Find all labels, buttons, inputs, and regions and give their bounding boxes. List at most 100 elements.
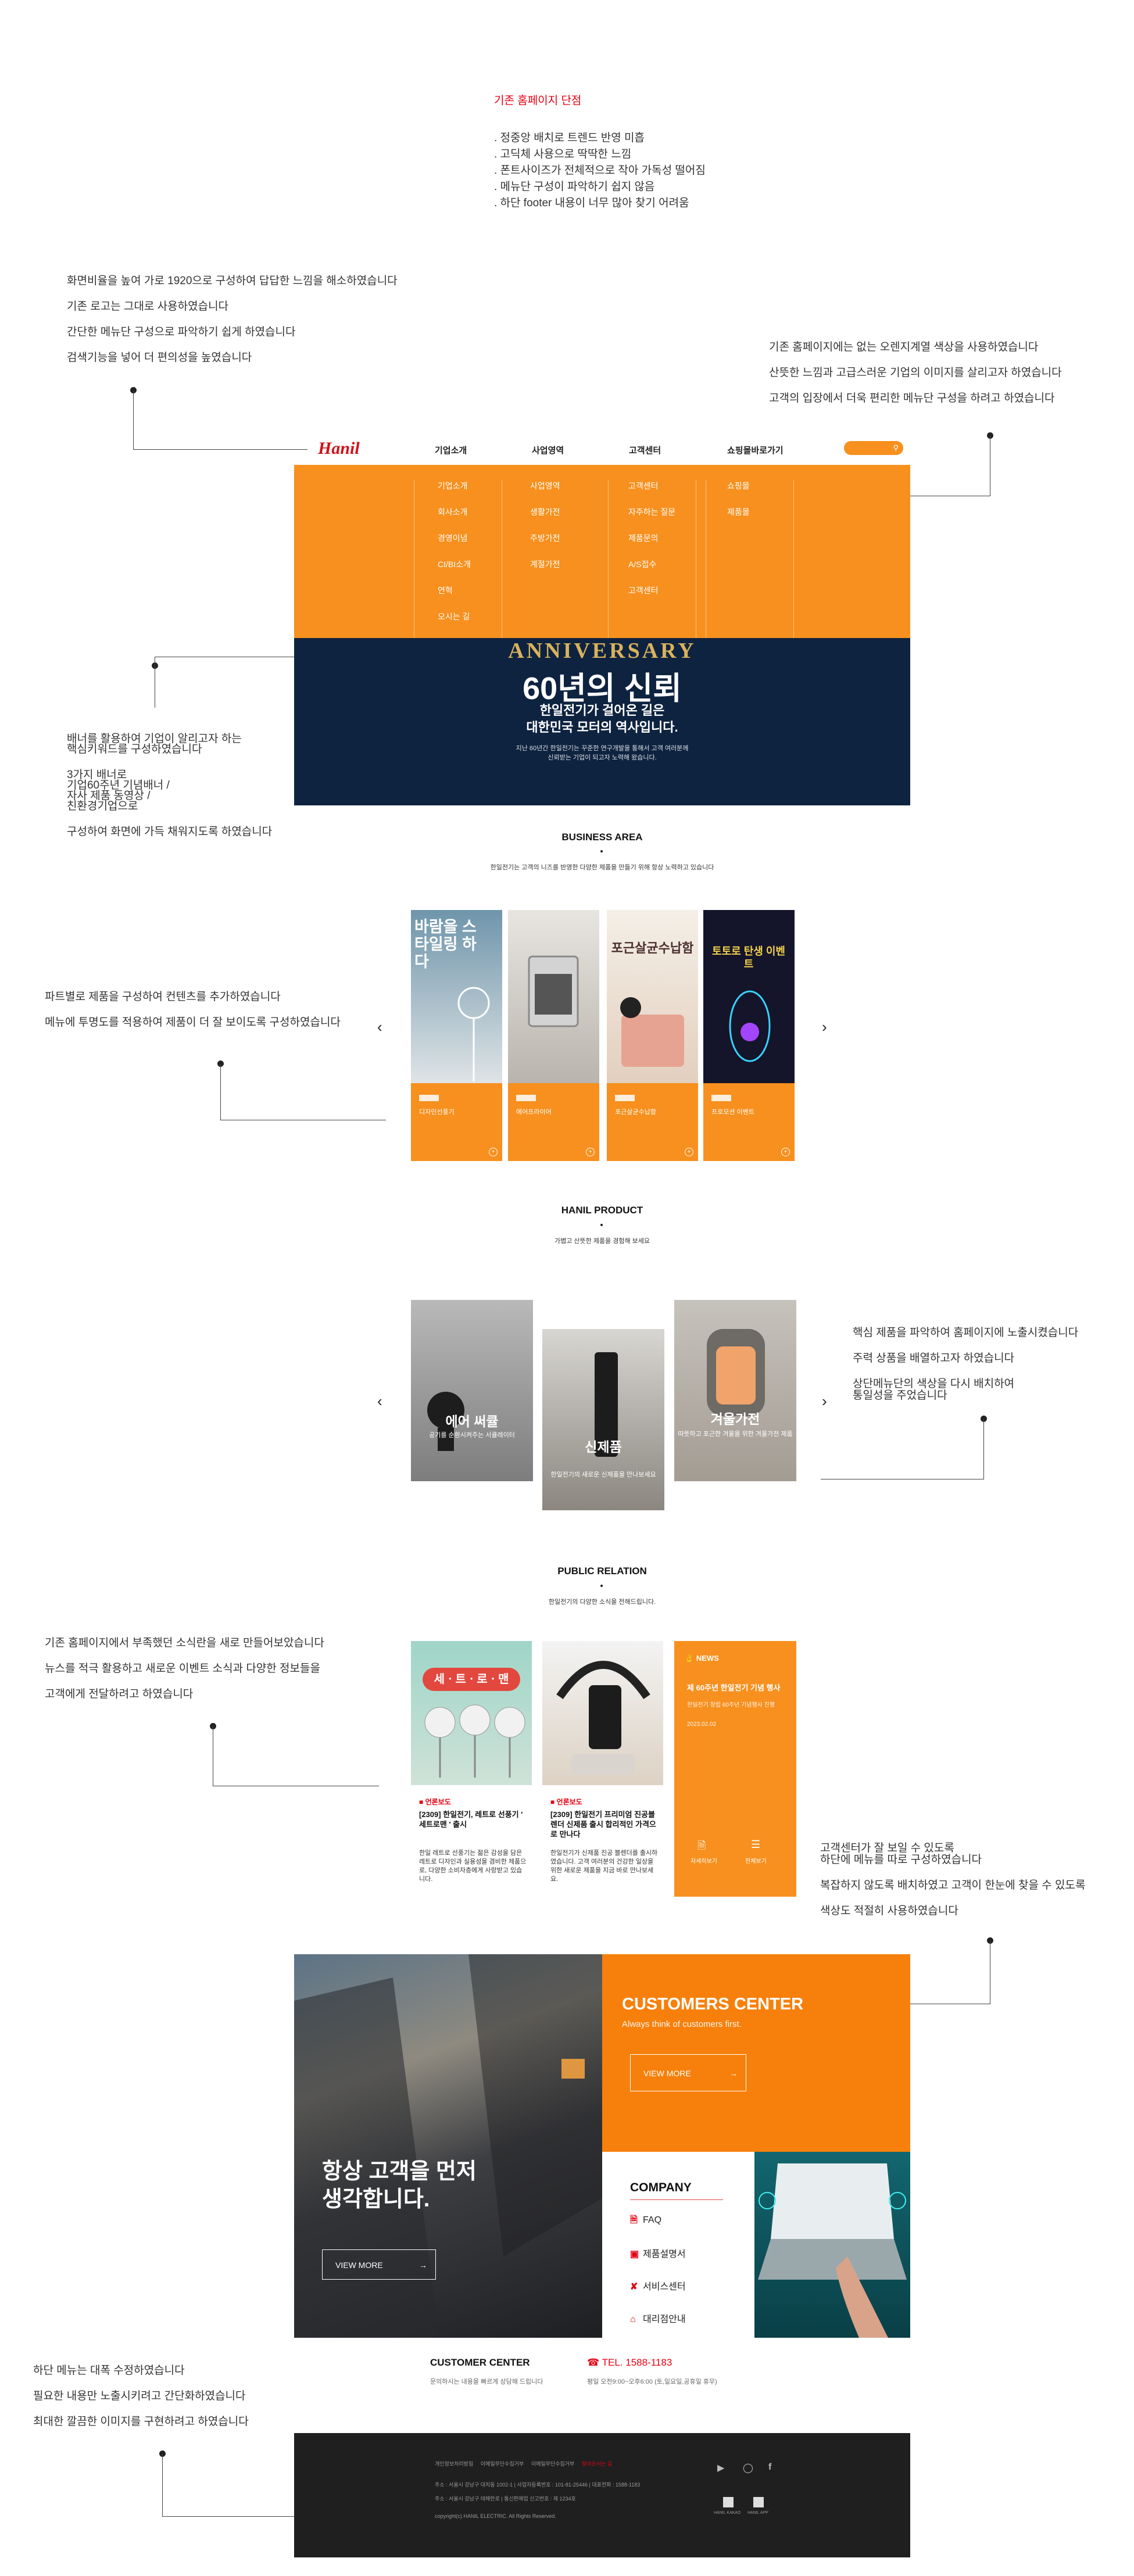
customers-view-more-left[interactable]: VIEW MORE →: [322, 2249, 436, 2280]
plus-icon[interactable]: +: [586, 1148, 595, 1156]
company-link-label: 서비스센터: [643, 2282, 686, 2292]
wrench-icon: ✘: [630, 2282, 638, 2292]
nav-item-shop[interactable]: 쇼핑몰바로가기: [727, 444, 784, 456]
menu-item[interactable]: 고객센터: [628, 585, 696, 596]
main-banner[interactable]: ANNIVERSARY 60년의 신뢰 한일전기가 걸어온 길은 대한민국 모터…: [294, 638, 910, 805]
banner-description-line: 지난 60년간 한일전기는 꾸준한 연구개발을 통해서 고객 여러분께: [516, 745, 689, 752]
footer-link[interactable]: 이메일무단수집거부: [531, 2461, 575, 2467]
menu-item[interactable]: 오시는 길: [438, 611, 502, 622]
header-note-4: . 메뉴단 구성이 파악하기 쉽지 않음: [494, 181, 655, 193]
company-link-service[interactable]: ✘ 서비스센터: [630, 2278, 686, 2292]
customers-title: CUSTOMERS CENTER: [622, 1995, 804, 2013]
note-right-3-line: 통일성을 주었습니다: [853, 1389, 947, 1402]
youtube-icon[interactable]: ▶: [717, 2462, 724, 2474]
nav-item-company[interactable]: 기업소개: [435, 444, 467, 456]
company-link-label: FAQ: [643, 2215, 662, 2225]
plus-icon[interactable]: +: [685, 1148, 693, 1156]
menu-item[interactable]: 제품문의: [628, 532, 696, 544]
note-left-2: 배너를 활용하여 기업이 알리고자 하는 핵심키워드를 구성하였습니다 3가지 …: [67, 733, 272, 837]
note-left-4: 기존 홈페이지에서 부족했던 소식란을 새로 만들어보았습니다 뉴스를 적극 활…: [45, 1638, 324, 1714]
nav-item-business[interactable]: 사업영역: [532, 444, 564, 456]
menu-item[interactable]: 기업소개: [438, 480, 502, 492]
card-image: [508, 910, 599, 1083]
menu-item[interactable]: 자주하는 질문: [628, 506, 696, 518]
menu-item[interactable]: 제품몰: [727, 506, 793, 518]
qr-app-icon[interactable]: [753, 2497, 764, 2507]
menu-item[interactable]: 사업영역: [530, 480, 617, 492]
menu-item[interactable]: 연혁: [438, 585, 502, 596]
pr-card-blender[interactable]: ■ 언론보도 [2309] 한일전기 프리미엄 진공블렌더 신제품 출시 합리적…: [542, 1641, 663, 1897]
pr-card-retro-fan[interactable]: 세ㆍ트ㆍ로ㆍ맨 ■ 언론보도 [2309] 한일전기, 레트로 선풍기 ' 세트…: [411, 1641, 532, 1897]
pr-card-tag: ■ 언론보도: [550, 1798, 582, 1806]
plus-icon[interactable]: +: [489, 1148, 498, 1156]
menu-item[interactable]: 주방가전: [530, 532, 617, 544]
company-link-manual[interactable]: ▣ 제품설명서: [630, 2246, 686, 2260]
news-button-detail[interactable]: 자세히보기: [691, 1856, 717, 1865]
header-notes-title: 기존 홈페이지 단점: [494, 95, 582, 107]
business-next-arrow[interactable]: ›: [822, 1018, 827, 1036]
business-card-airfryer[interactable]: 에어프라이어 +: [508, 910, 599, 1161]
card-caption: 포근살균수납함: [615, 1109, 656, 1116]
product-card-circulator[interactable]: 에어 써큘 공기를 순환시켜주는 서큘레이터: [411, 1300, 533, 1481]
product-card-desc: 한일전기의 새로운 신제품을 만나보세요: [550, 1471, 656, 1478]
callout-line: [220, 1064, 221, 1120]
qr-kakao-icon[interactable]: [723, 2497, 734, 2507]
business-card-event[interactable]: 토토로 탄생 이벤트 프로모션 이벤트 +: [703, 910, 795, 1161]
menu-item[interactable]: 계절가전: [530, 558, 617, 570]
news-button-all[interactable]: 전체보기: [745, 1856, 767, 1865]
product-card-heater[interactable]: 겨울가전 따뜻하고 포근한 겨울을 위한 겨울가전 제품: [674, 1300, 796, 1481]
logo[interactable]: Hanil: [318, 439, 360, 458]
plus-icon[interactable]: +: [781, 1148, 790, 1156]
cc-strip-tel[interactable]: ☎ TEL. 1588-1183: [587, 2357, 672, 2369]
footer-link[interactable]: 찾아오시는 길: [582, 2461, 612, 2467]
search-icon[interactable]: ⚲: [893, 443, 899, 453]
instagram-icon[interactable]: ◯: [743, 2462, 753, 2474]
footer-link[interactable]: 이메일무단수집거부: [481, 2461, 524, 2467]
business-prev-arrow[interactable]: ‹: [377, 1018, 382, 1036]
pr-card-overlay: 세ㆍ트ㆍ로ㆍ맨: [423, 1668, 520, 1691]
pr-card-title: [2309] 한일전기, 레트로 선풍기 ' 세트로맨 ' 출시: [419, 1810, 523, 1829]
customers-view-more[interactable]: VIEW MORE →: [630, 2054, 746, 2091]
menu-item[interactable]: 회사소개: [438, 506, 502, 518]
news-panel[interactable]: ✌ NEWS 제 60주년 한일전기 기념 행사 한일전기 창립 60주년 기념…: [674, 1641, 796, 1897]
product-card-desc: 공기를 순환시켜주는 서큘레이터: [429, 1432, 515, 1439]
company-title: COMPANY: [630, 2181, 692, 2194]
product-card-new[interactable]: 신제품 한일전기의 새로운 신제품을 만나보세요: [542, 1329, 664, 1510]
product-next-arrow[interactable]: ›: [822, 1392, 827, 1410]
mega-menu: 기업소개 회사소개 경영이념 CI/BI소개 연혁 오시는 길 사업영역 생활가…: [294, 465, 910, 638]
menu-item[interactable]: CI/BI소개: [438, 558, 502, 570]
menu-item[interactable]: 고객센터: [628, 480, 696, 492]
business-card-fan[interactable]: 바람을 스타일링 하다 디자인선풍기 +: [411, 910, 502, 1161]
menu-item[interactable]: A/S접수: [628, 558, 696, 570]
note-right-3: 핵심 제품을 파악하여 홈페이지에 노출시켰습니다 주력 상품을 배열하고자 하…: [853, 1327, 1078, 1402]
product-prev-arrow[interactable]: ‹: [377, 1392, 382, 1410]
footer-link[interactable]: 개인정보처리방침: [435, 2461, 473, 2467]
menu-item[interactable]: 쇼핑몰: [727, 480, 793, 492]
company-link-faq[interactable]: 🗎 FAQ: [630, 2213, 661, 2229]
customers-slogan: 항상 고객을 먼저 생각합니다.: [322, 2158, 477, 2213]
menu-item[interactable]: 경영이념: [438, 532, 502, 544]
search-input[interactable]: ⚲: [844, 441, 903, 455]
faq-icon: 🗎: [630, 2215, 638, 2225]
laptop-image: [754, 2152, 910, 2338]
note-left-1-line: 검색기능을 넣어 더 편의성을 높였습니다: [67, 352, 252, 364]
view-more-label: VIEW MORE: [643, 2069, 691, 2078]
menu-item[interactable]: 생활가전: [530, 506, 617, 518]
note-right-4-line: 고객센터가 잘 보일 수 있도록: [820, 1842, 954, 1854]
arrow-right-icon: →: [729, 2069, 738, 2078]
banner-subtitle: 한일전기가 걸어온 길은 대한민국 모터의 역사입니다.: [294, 702, 910, 736]
footer-address: 주소 : 서울시 강남구 테헤란로 | 통신판매업 신고번호 : 제 1234호: [435, 2496, 576, 2502]
facebook-icon[interactable]: f: [768, 2462, 771, 2473]
list-icon[interactable]: ☰: [751, 1839, 760, 1851]
company-link-label: 제품설명서: [643, 2249, 686, 2259]
nav-item-customer[interactable]: 고객센터: [629, 444, 661, 456]
news-title: 제 60주년 한일전기 기념 행사: [687, 1683, 781, 1692]
header-note-3: . 폰트사이즈가 전체적으로 작아 가독성 떨어짐: [494, 164, 706, 177]
header-notes: 기존 홈페이지 단점 . 정중앙 배치로 트렌드 반영 미흡 . 고딕체 사용으…: [494, 95, 706, 209]
note-right-4-line: 색상도 적절히 사용하였습니다: [820, 1905, 958, 1917]
note-right-1-line: 기존 홈페이지에는 없는 오렌지계열 색상을 사용하였습니다: [769, 341, 1039, 353]
company-link-dealer[interactable]: ⌂ 대리점안내: [630, 2311, 686, 2325]
document-icon[interactable]: 🗎: [697, 1839, 706, 1856]
business-card-sterilizer[interactable]: 포근살균수납함 포근살균수납함 +: [607, 910, 698, 1161]
product-card-label: 에어 써큘: [445, 1414, 499, 1429]
